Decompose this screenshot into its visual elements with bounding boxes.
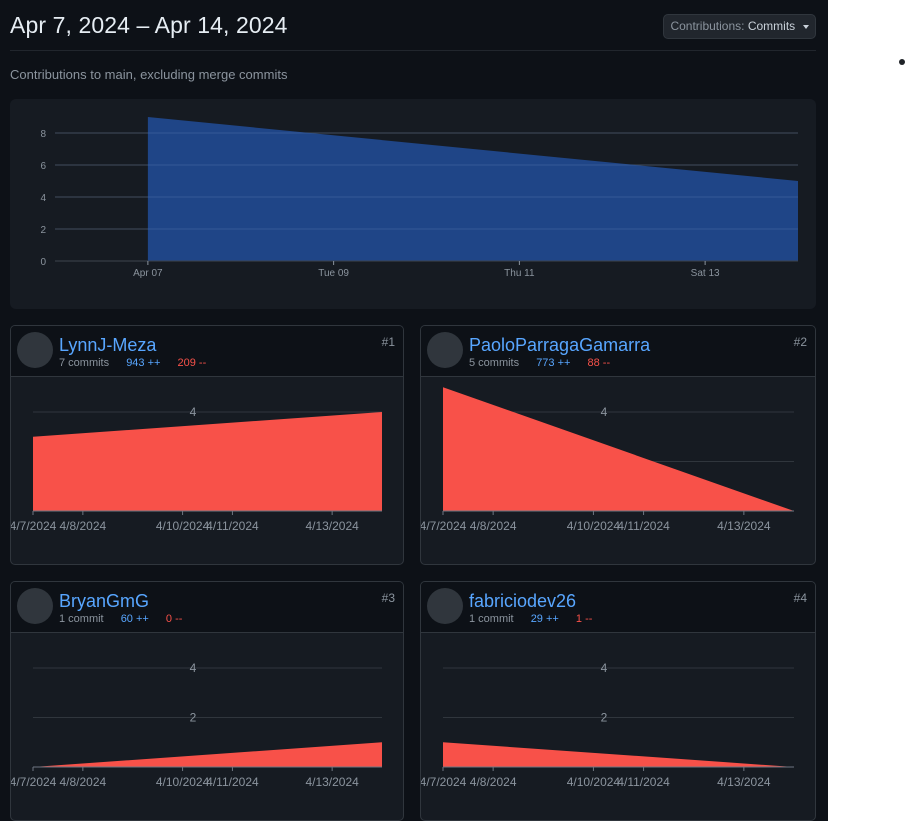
x-tick-label: 4/7/2024 — [11, 519, 57, 533]
y-tick-label: 8 — [40, 129, 46, 140]
area-series — [147, 117, 798, 261]
contributor-chart-svg: 4 4/7/2024 4/8/2024 4/10/20244/11/2024 4/13/… — [11, 405, 382, 533]
x-tick-label: 4/13/2024 — [717, 775, 771, 789]
contributor-stats: 7 commits 943 ++ 209 -- — [59, 357, 206, 369]
y-tick-label: 2 — [190, 711, 197, 725]
y-tick-label: 4 — [190, 405, 197, 419]
y-tick-label: 6 — [40, 161, 46, 172]
contributor-name-link[interactable]: PaoloParragaGamarra — [469, 335, 650, 356]
contributor-chart-svg: 2 4 4/7/2024 4/8/2024 4/10/20244/11/2024 4/13… — [11, 661, 382, 789]
main-chart-svg: 0 2 4 6 8 Apr 07 Tue 09 Thu 11 Sat 13 — [40, 117, 798, 279]
contributor-card-3: BryanGmG 1 commit 60 ++ 0 -- #3 2 4 4/7/20… — [10, 581, 404, 821]
contributor-name-link[interactable]: LynnJ-Meza — [59, 335, 156, 356]
x-tick-label: 4/13/2024 — [717, 519, 771, 533]
x-tick-label: Thu 11 — [504, 268, 535, 279]
main-commits-chart: 0 2 4 6 8 Apr 07 Tue 09 Thu 11 Sat 13 — [10, 99, 816, 309]
area-series — [443, 387, 794, 511]
x-tick-label: 4/13/2024 — [305, 775, 359, 789]
page-title: Apr 7, 2024 – Apr 14, 2024 — [10, 12, 288, 38]
x-tick-label: 4/10/2024 — [156, 775, 210, 789]
x-tick-label: 4/10/2024 — [567, 775, 621, 789]
caret-down-icon — [802, 24, 809, 29]
y-tick-label: 2 — [601, 711, 608, 725]
contributor-card-2: PaoloParragaGamarra 5 commits 773 ++ 88 … — [420, 325, 816, 565]
contributor-name-link[interactable]: BryanGmG — [59, 591, 149, 612]
deletions-count: 88 -- — [587, 357, 611, 369]
header-divider — [10, 50, 816, 51]
contributor-rank: #4 — [793, 591, 807, 605]
deletions-count: 1 -- — [575, 613, 593, 625]
contributors-panel: Apr 7, 2024 – Apr 14, 2024 Contributions… — [0, 0, 828, 821]
deletions-count: 209 -- — [177, 357, 207, 369]
x-tick-label: 4/7/2024 — [11, 775, 57, 789]
y-tick-label: 0 — [40, 257, 46, 268]
x-tick-label: 4/7/2024 — [421, 519, 467, 533]
letter-b-avatar-icon[interactable] — [17, 588, 53, 624]
contributor-card-4: fabriciodev26 1 commit 29 ++ 1 -- #4 2 4 4… — [420, 581, 816, 821]
contributor-stats: 5 commits 773 ++ 88 -- — [469, 357, 610, 369]
x-tick-label: 4/8/2024 — [470, 519, 517, 533]
contributor-chart-svg: 4 4/7/2024 4/8/2024 4/10/20244/11/2024 4/13/… — [421, 387, 794, 533]
contributor-card-header: LynnJ-Meza 7 commits 943 ++ 209 -- #1 — [11, 326, 403, 377]
list-bullet — [899, 59, 905, 65]
contributor-rank: #2 — [793, 335, 807, 349]
x-tick-label: Tue 09 — [318, 268, 349, 279]
deletions-count: 0 -- — [165, 613, 183, 625]
cartoon-avatar-icon[interactable] — [427, 588, 463, 624]
chart-subtitle: Contributions to main, excluding merge c… — [10, 67, 288, 82]
x-tick-label: 4/11/2024 — [617, 519, 670, 533]
y-tick-label: 4 — [40, 193, 46, 204]
area-series — [33, 412, 382, 511]
otter-avatar-icon[interactable] — [17, 332, 53, 368]
contributor-card-1: LynnJ-Meza 7 commits 943 ++ 209 -- #1 44… — [10, 325, 404, 565]
x-tick-label: 4/13/2024 — [305, 519, 359, 533]
x-tick-label: 4/11/2024 — [617, 775, 670, 789]
x-tick-label: 4/8/2024 — [59, 775, 106, 789]
x-tick-label: Sat 13 — [691, 268, 720, 279]
contributor-rank: #3 — [381, 591, 395, 605]
select-prefix: Contributions: — [670, 19, 745, 33]
contributions-type-select[interactable]: Contributions: Commits — [663, 14, 816, 39]
select-value: Commits — [747, 19, 796, 33]
contributor-name-link[interactable]: fabriciodev26 — [469, 591, 576, 612]
contributor-card-header: BryanGmG 1 commit 60 ++ 0 -- #3 — [11, 582, 403, 633]
contributor-card-header: PaoloParragaGamarra 5 commits 773 ++ 88 … — [421, 326, 815, 377]
contributor-rank: #1 — [381, 335, 395, 349]
y-tick-label: 4 — [601, 661, 608, 675]
commit-count[interactable]: 1 commit — [59, 613, 104, 625]
x-tick-label: 4/7/2024 — [421, 775, 467, 789]
y-tick-label: 2 — [40, 225, 46, 236]
contributor-chart-svg: 2 4 4/7/2024 4/8/2024 4/10/20244/11/2024 4/13… — [421, 661, 794, 789]
x-tick-label: 4/10/2024 — [156, 519, 210, 533]
person-avatar-icon[interactable] — [427, 332, 463, 368]
commit-count[interactable]: 1 commit — [469, 613, 514, 625]
x-tick-label: 4/11/2024 — [206, 519, 259, 533]
y-tick-label: 4 — [190, 661, 197, 675]
y-tick-label: 4 — [601, 405, 608, 419]
additions-count: 943 ++ — [126, 357, 161, 369]
x-tick-label: 4/8/2024 — [470, 775, 517, 789]
x-tick-label: Apr 07 — [133, 268, 163, 279]
additions-count: 773 ++ — [536, 357, 571, 369]
area-series — [33, 742, 382, 767]
contributor-stats: 1 commit 29 ++ 1 -- — [469, 613, 592, 625]
contributor-stats: 1 commit 60 ++ 0 -- — [59, 613, 182, 625]
contributor-card-header: fabriciodev26 1 commit 29 ++ 1 -- #4 — [421, 582, 815, 633]
area-series — [443, 742, 794, 767]
x-tick-label: 4/8/2024 — [59, 519, 106, 533]
commit-count[interactable]: 7 commits — [59, 357, 109, 369]
x-tick-label: 4/11/2024 — [206, 775, 259, 789]
x-tick-label: 4/10/2024 — [567, 519, 621, 533]
additions-count: 29 ++ — [530, 613, 559, 625]
additions-count: 60 ++ — [120, 613, 149, 625]
commit-count[interactable]: 5 commits — [469, 357, 519, 369]
